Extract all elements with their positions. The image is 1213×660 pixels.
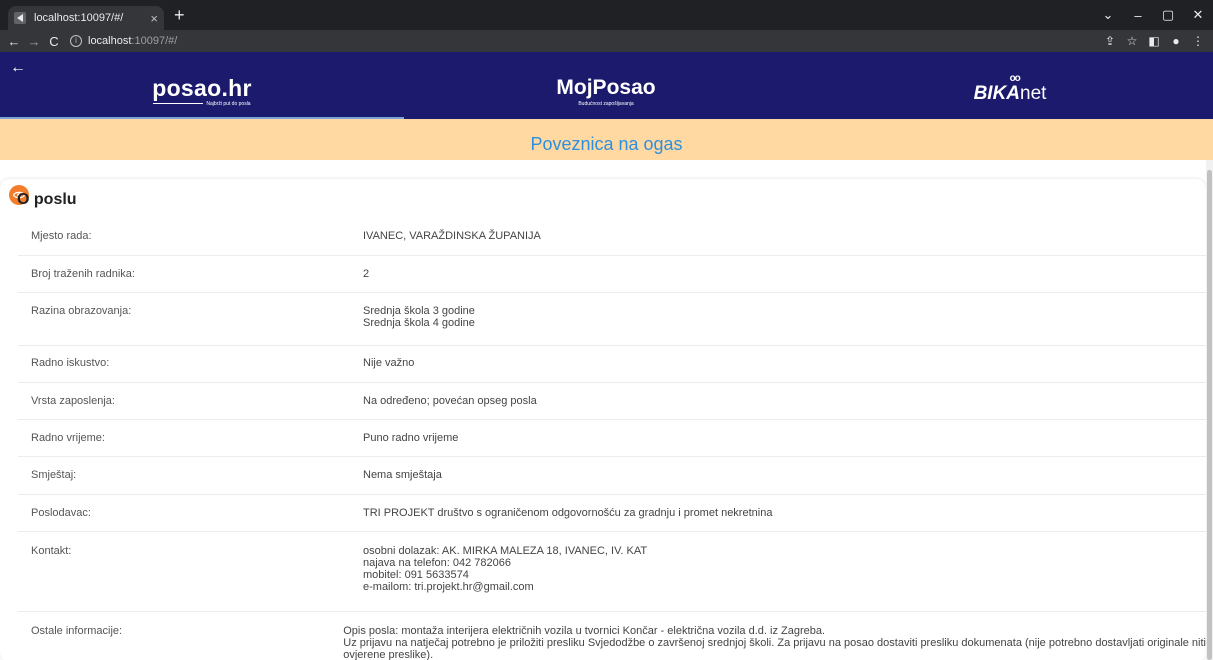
contact-email-link[interactable]: e-mailom: tri.projekt.hr@gmail.com: [363, 581, 1206, 593]
posao-hr-tagline: Najbrži put do posla: [0, 101, 404, 107]
mojposao-logo: MojPosao: [556, 76, 656, 99]
job-ad-link[interactable]: Poveznica na ogas: [530, 134, 682, 154]
side-panel-icon[interactable]: ◧: [1143, 34, 1165, 48]
profile-icon[interactable]: ●: [1165, 34, 1187, 48]
detail-row-kontakt: Kontakt: osobni dolazak: AK. MIRKA MALEZ…: [18, 532, 1206, 612]
detail-label: Smještaj:: [31, 469, 77, 481]
url-field[interactable]: i localhost:10097/#/: [70, 35, 177, 47]
page-scrollbar[interactable]: [1206, 160, 1213, 660]
detail-label: Radno vrijeme:: [31, 432, 105, 444]
share-icon[interactable]: ⇪: [1099, 34, 1121, 48]
main-content: O poslu Mjesto rada: IVANEC, VARAŽDINSKA…: [0, 160, 1213, 660]
app-header: ← posao.hr Najbrži put do posla MojPosao…: [0, 52, 1213, 119]
job-ad-link-banner[interactable]: Poveznica na ogas: [0, 119, 1213, 160]
detail-value: Opis posla: montaža interijera električn…: [343, 625, 1206, 660]
reload-button[interactable]: C: [44, 34, 64, 49]
browser-tab[interactable]: localhost:10097/#/ ×: [8, 6, 164, 30]
browser-tab-bar: localhost:10097/#/ × + ⌄ – ▢ ✕: [0, 0, 1213, 30]
scrollbar-thumb[interactable]: [1207, 170, 1212, 660]
detail-value: Srednja škola 3 godine Srednja škola 4 go…: [363, 305, 475, 329]
url-host: localhost: [88, 35, 132, 47]
detail-value: osobni dolazak: AK. MIRKA MALEZA 18, IVA…: [363, 545, 1206, 611]
detail-value: IVANEC, VARAŽDINSKA ŽUPANIJA: [363, 230, 541, 242]
detail-label: Kontakt:: [31, 545, 72, 557]
detail-label: Radno iskustvo:: [31, 357, 110, 369]
bikanet-logo: oo BIKAnet: [973, 73, 1047, 104]
detail-label: Ostale informacije:: [31, 625, 123, 637]
detail-label: Poslodavac:: [31, 507, 91, 519]
detail-row-radno-vrijeme: Radno vrijeme: Puno radno vrijeme: [18, 420, 1206, 457]
detail-value: 2: [363, 268, 370, 280]
job-details-table: Mjesto rada: IVANEC, VARAŽDINSKA ŽUPANIJ…: [18, 219, 1206, 660]
site-favicon-icon: [14, 12, 26, 24]
detail-label: Razina obrazovanja:: [31, 305, 132, 317]
portal-tab-posao-hr[interactable]: posao.hr Najbrži put do posla: [0, 75, 404, 119]
detail-row-razina-obrazovanja: Razina obrazovanja: Srednja škola 3 godi…: [18, 293, 1206, 346]
forward-button[interactable]: →: [24, 34, 44, 49]
back-button[interactable]: ←: [4, 34, 24, 49]
section-title: O poslu: [17, 191, 77, 208]
detail-row-vrsta-zaposlenja: Vrsta zaposlenja: Na određeno; povećan o…: [18, 383, 1206, 420]
detail-row-broj-radnika: Broj traženih radnika: 2: [18, 256, 1206, 293]
browser-menu-icon[interactable]: ⋮: [1187, 34, 1209, 48]
portal-tab-bikanet[interactable]: oo BIKAnet: [808, 73, 1212, 119]
detail-label: Mjesto rada:: [31, 230, 92, 242]
detail-value: TRI PROJEKT društvo s ograničenom odgovo…: [363, 507, 773, 519]
portal-tab-mojposao[interactable]: MojPosao Budućnost zapošljavanja: [404, 75, 808, 119]
detail-value: Nema smještaja: [363, 469, 442, 481]
detail-value: Na određeno; povećan opseg posla: [363, 395, 537, 407]
detail-label: Vrsta zaposlenja:: [31, 395, 115, 407]
detail-row-mjesto-rada: Mjesto rada: IVANEC, VARAŽDINSKA ŽUPANIJ…: [18, 219, 1206, 256]
detail-row-ostale-informacije: Ostale informacije: Opis posla: montaža …: [18, 612, 1206, 660]
bookmark-star-icon[interactable]: ☆: [1121, 34, 1143, 48]
maximize-button[interactable]: ▢: [1153, 7, 1183, 23]
bikanet-dots: oo: [1009, 73, 1021, 84]
detail-row-smjestaj: Smještaj: Nema smještaja: [18, 457, 1206, 495]
browser-address-bar: ← → C i localhost:10097/#/ ⇪ ☆ ◧ ● ⋮: [0, 30, 1213, 52]
site-info-icon[interactable]: i: [70, 35, 82, 47]
posao-hr-logo: posao.hr: [152, 75, 252, 101]
tab-close-icon[interactable]: ×: [150, 11, 158, 26]
tab-search-icon[interactable]: ⌄: [1093, 7, 1123, 23]
close-window-button[interactable]: ✕: [1183, 7, 1213, 23]
detail-label: Broj traženih radnika:: [31, 268, 135, 280]
detail-value: Puno radno vrijeme: [363, 432, 459, 444]
mojposao-tagline: Budućnost zapošljavanja: [578, 101, 634, 107]
detail-value: Nije važno: [363, 357, 415, 369]
tab-title: localhost:10097/#/: [34, 12, 124, 24]
url-path: :10097/#/: [131, 35, 178, 47]
detail-row-radno-iskustvo: Radno iskustvo: Nije važno: [18, 346, 1206, 383]
detail-row-poslodavac: Poslodavac: TRI PROJEKT društvo s ograni…: [18, 495, 1206, 532]
toolbar-icons: ⇪ ☆ ◧ ● ⋮: [1099, 30, 1209, 52]
minimize-button[interactable]: –: [1123, 8, 1153, 23]
window-controls: ⌄ – ▢ ✕: [1093, 0, 1213, 30]
new-tab-button[interactable]: +: [174, 5, 185, 25]
